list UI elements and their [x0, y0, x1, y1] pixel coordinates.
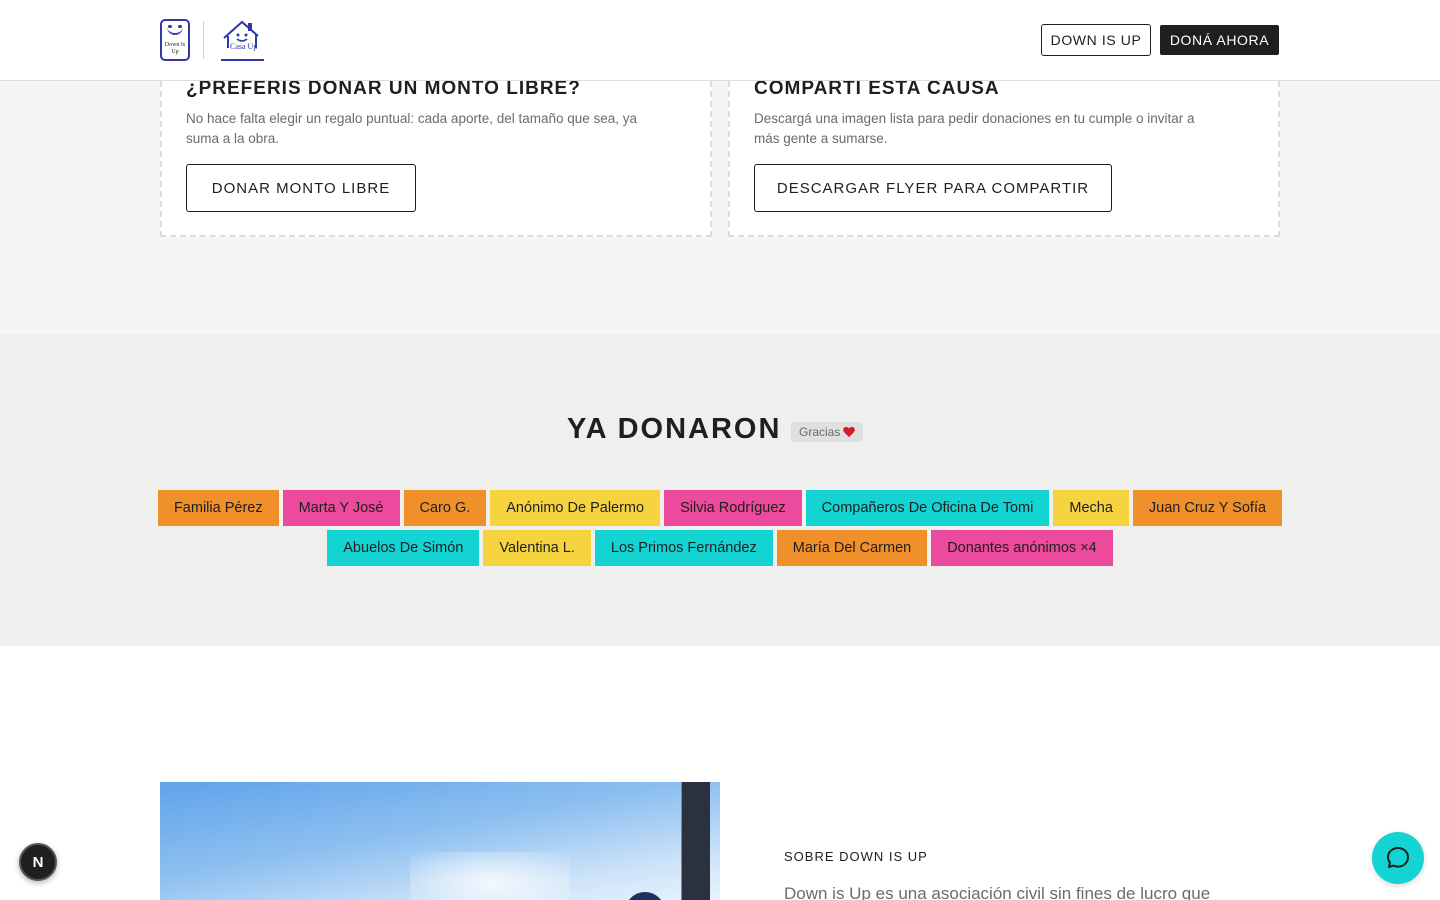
donor-chip: María Del Carmen	[776, 530, 928, 566]
donor-chip: Los Primos Fernández	[594, 530, 773, 566]
share-cause-title: COMPARTI ESTA CAUSA	[754, 78, 1000, 99]
site-header: Down Is Up Casa Up DOWN IS UP DONÁ AHORA	[0, 0, 1440, 81]
donate-free-amount-button[interactable]: DONAR MONTO LIBRE	[186, 164, 416, 212]
donor-chip: Caro G.	[403, 490, 487, 526]
chat-bubble-icon	[1387, 847, 1409, 868]
donor-chip: Donantes anónimos ×4	[931, 530, 1113, 566]
donor-chip: Abuelos De Simón	[327, 530, 480, 566]
chat-button[interactable]	[1372, 832, 1424, 884]
about-text: Down is Up es una asociación civil sin f…	[784, 884, 1211, 900]
down-is-up-nav-button[interactable]: DOWN IS UP	[1041, 24, 1151, 56]
free-amount-card: ¿PREFERIS DONAR UN MONTO LIBRE? No hace …	[160, 61, 712, 237]
dona-ahora-button[interactable]: DONÁ AHORA	[1160, 25, 1279, 55]
logos[interactable]: Down Is Up Casa Up	[160, 17, 264, 63]
about-label: SOBRE DOWN IS UP	[784, 849, 928, 864]
donor-chip: Silvia Rodríguez	[664, 490, 802, 526]
download-flyer-button[interactable]: DESCARGAR FLYER PARA COMPARTIR	[754, 164, 1112, 212]
donation-options-section: ¿PREFERIS DONAR UN MONTO LIBRE? No hace …	[0, 61, 1440, 334]
down-is-up-logo-text: Down Is Up	[164, 42, 186, 55]
donor-chip: Familia Pérez	[157, 490, 279, 526]
free-amount-description: No hace falta elegir un regalo puntual: …	[186, 111, 638, 146]
about-photo	[160, 782, 720, 900]
casa-up-logo[interactable]: Casa Up	[218, 18, 264, 62]
dev-tools-badge[interactable]: N	[19, 843, 57, 881]
donor-chips-row-1: Familia Pérez Marta Y José Caro G. Anónimo …	[0, 490, 1440, 526]
free-amount-title: ¿PREFERIS DONAR UN MONTO LIBRE?	[186, 78, 581, 99]
donor-chip: Marta Y José	[282, 490, 400, 526]
donors-section: YA DONARON Gracias Familia Pérez Marta Y …	[0, 334, 1440, 646]
donors-title: YA DONARON	[567, 413, 782, 445]
donor-chip: Juan Cruz Y Sofía	[1132, 490, 1283, 526]
share-cause-card: COMPARTI ESTA CAUSA Descargá una imagen …	[728, 61, 1280, 237]
donor-chip: Valentina L.	[483, 530, 591, 566]
donor-chips-row-2: Abuelos De Simón Valentina L. Los Primos F…	[0, 530, 1440, 566]
heart-icon	[843, 427, 855, 438]
about-section: SOBRE DOWN IS UP Down is Up es una asoci…	[0, 646, 1440, 900]
logo-divider	[203, 21, 204, 59]
casa-up-logo-text: Casa Up	[230, 42, 258, 51]
donor-chip: Mecha	[1053, 490, 1129, 526]
donor-chip: Compañeros De Oficina De Tomi	[805, 490, 1050, 526]
down-is-up-logo[interactable]: Down Is Up	[160, 19, 190, 61]
house-icon	[221, 20, 264, 61]
thanks-badge-label: Gracias	[799, 425, 841, 439]
share-cause-description: Descargá una imagen lista para pedir don…	[754, 111, 1195, 146]
donor-chip: Anónimo De Palermo	[490, 490, 661, 526]
thanks-badge: Gracias	[791, 422, 864, 442]
